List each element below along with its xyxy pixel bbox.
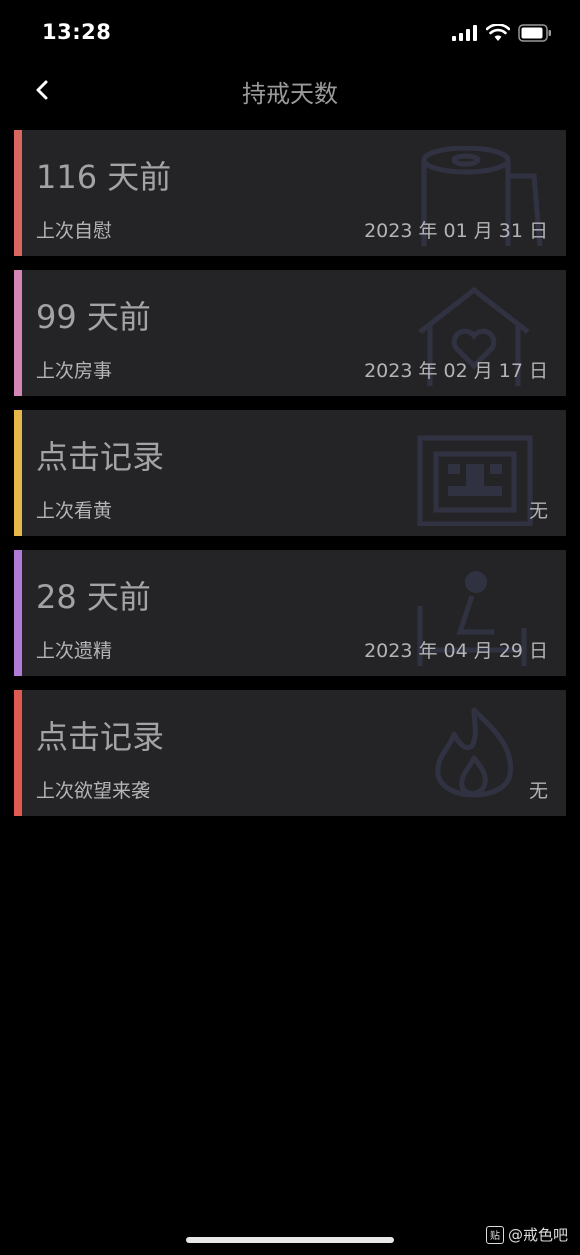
card-elapsed-text: 点击记录 [36,438,165,476]
record-card-nocturnal-emission[interactable]: 28 天前 上次遗精 2023 年 04 月 29 日 [14,550,566,676]
home-indicator[interactable] [186,1237,394,1243]
wifi-icon [486,24,510,41]
battery-icon [518,24,551,42]
card-accent-stripe [14,690,22,816]
record-card-intercourse[interactable]: 99 天前 上次房事 2023 年 02 月 17 日 [14,270,566,396]
record-card-urge[interactable]: 点击记录 上次欲望来袭 无 [14,690,566,816]
card-label: 上次看黄 [36,500,113,522]
record-card-porn[interactable]: 点击记录 上次看黄 无 [14,410,566,536]
card-elapsed-text: 28 天前 [36,578,151,616]
card-date: 2023 年 04 月 29 日 [364,640,548,662]
nav-bar: 持戒天数 [0,64,580,116]
watermark-text: @戒色吧 [507,1226,568,1244]
card-date: 2023 年 02 月 17 日 [364,360,548,382]
cellular-signal-icon [452,25,477,41]
status-time: 13:28 [42,20,112,44]
card-label: 上次自慰 [36,220,113,242]
card-elapsed-text: 99 天前 [36,298,151,336]
page-title: 持戒天数 [242,80,338,108]
status-icons [452,24,552,42]
card-date: 2023 年 01 月 31 日 [364,220,548,242]
card-accent-stripe [14,130,22,256]
card-date: 无 [528,780,548,802]
record-card-list: 116 天前 上次自慰 2023 年 01 月 31 日 99 天前 上次房事 … [14,130,566,830]
watermark: 贴 @戒色吧 [485,1224,568,1245]
card-label: 上次遗精 [36,640,113,662]
card-date: 无 [528,500,548,522]
record-card-masturbation[interactable]: 116 天前 上次自慰 2023 年 01 月 31 日 [14,130,566,256]
card-accent-stripe [14,270,22,396]
status-bar: 13:28 [0,0,580,64]
card-label: 上次欲望来袭 [36,780,151,802]
card-elapsed-text: 116 天前 [36,158,172,196]
card-accent-stripe [14,410,22,536]
card-elapsed-text: 点击记录 [36,718,165,756]
card-accent-stripe [14,550,22,676]
watermark-badge-icon: 贴 [485,1225,504,1244]
card-label: 上次房事 [36,360,113,382]
